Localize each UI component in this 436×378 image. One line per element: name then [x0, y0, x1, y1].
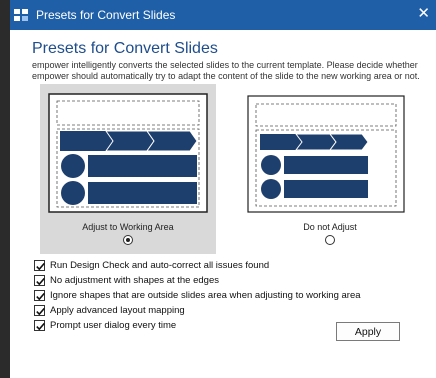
close-icon[interactable]: ✕: [417, 6, 430, 22]
checkbox-label: Apply advanced layout mapping: [50, 305, 185, 316]
checkbox-row-design-check[interactable]: Run Design Check and auto-correct all is…: [34, 258, 361, 273]
checkbox-label: Prompt user dialog every time: [50, 320, 177, 331]
dialog-heading: Presets for Convert Slides: [32, 40, 218, 57]
checkmark-icon: [36, 277, 45, 286]
apply-button[interactable]: Apply: [336, 322, 400, 341]
option-adjust-to-working-area[interactable]: Adjust to Working Area: [40, 84, 216, 254]
checkmark-icon: [36, 292, 45, 301]
checkbox-advanced-layout-mapping[interactable]: [34, 305, 45, 316]
checkbox-design-check[interactable]: [34, 260, 45, 271]
checkbox-label: No adjustment with shapes at the edges: [50, 275, 219, 286]
checkbox-no-edge-adjustment[interactable]: [34, 275, 45, 286]
checkbox-row-advanced-layout-mapping[interactable]: Apply advanced layout mapping: [34, 303, 361, 318]
checkbox-ignore-outside-shapes[interactable]: [34, 290, 45, 301]
checkmark-icon: [36, 307, 45, 316]
adjust-preview-illustration: [48, 93, 208, 213]
title-bar: Presets for Convert Slides ✕: [10, 0, 436, 30]
checkbox-row-ignore-outside-shapes[interactable]: Ignore shapes that are outside slides ar…: [34, 288, 361, 303]
radio-adjust-to-working-area[interactable]: [123, 235, 133, 245]
checkbox-label: Ignore shapes that are outside slides ar…: [50, 290, 361, 301]
checkbox-prompt-every-time[interactable]: [34, 320, 45, 331]
settings-checklist: Run Design Check and auto-correct all is…: [34, 258, 361, 333]
option-label-adjust: Adjust to Working Area: [82, 222, 174, 232]
radio-do-not-adjust[interactable]: [325, 235, 335, 245]
no-adjust-preview-illustration: [247, 95, 405, 213]
option-label-no-adjust: Do not Adjust: [303, 222, 357, 232]
checkbox-row-no-edge-adjustment[interactable]: No adjustment with shapes at the edges: [34, 273, 361, 288]
app-logo-icon: [14, 9, 28, 21]
checkmark-icon: [36, 322, 45, 331]
checkbox-label: Run Design Check and auto-correct all is…: [50, 260, 270, 271]
option-do-not-adjust[interactable]: Do not Adjust: [246, 84, 414, 254]
checkmark-icon: [36, 262, 45, 271]
dialog-description: empower intelligently converts the selec…: [32, 60, 420, 81]
checkbox-row-prompt-every-time[interactable]: Prompt user dialog every time: [34, 318, 361, 333]
window-title: Presets for Convert Slides: [36, 8, 176, 22]
window-left-edge: [0, 0, 10, 378]
